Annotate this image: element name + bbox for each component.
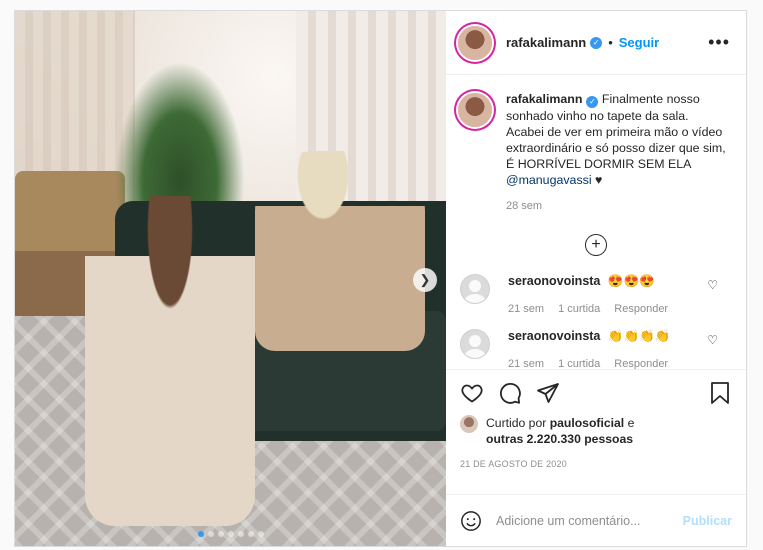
add-comment-bar: Publicar [446,494,746,546]
likes-joiner: e [627,416,635,430]
likes-prefix: Curtido por [486,416,547,430]
carousel-dot [207,531,214,537]
photo-bg-plant [115,61,245,211]
comment-time[interactable]: 21 sem [508,303,544,315]
photo-figure-right [255,151,425,351]
carousel-dot [217,531,224,537]
carousel-dots [15,531,446,537]
action-icons [460,380,732,406]
likes-others-link[interactable]: outras 2.220.330 pessoas [486,432,633,446]
post-header: rafakalimann ✓ • Seguir ••• [446,11,746,75]
carousel-dot [247,531,254,537]
separator-dot: • [608,35,613,50]
load-more-comments: + [458,234,734,256]
post-photo[interactable]: ❯ [15,11,446,546]
heart-emoji-icon: ♥ [595,173,603,187]
comment-likes[interactable]: 1 curtida [558,358,600,369]
carousel-next-button[interactable]: ❯ [413,268,437,292]
comment-text: 👏👏👏👏 [607,329,671,343]
comment-username[interactable]: seraonovoinsta [508,329,600,343]
post-actions: Curtido por paulosoficial e outras 2.220… [446,369,746,494]
author-username[interactable]: rafakalimann [506,35,586,50]
likes-summary: Curtido por paulosoficial e outras 2.220… [460,415,732,447]
comment-text: 😍😍😍 [607,274,655,288]
plus-circle-icon[interactable]: + [585,234,607,256]
carousel-dot [197,531,204,537]
post-date[interactable]: 21 DE AGOSTO DE 2020 [460,459,732,469]
comment-meta: 21 sem 1 curtida Responder [508,358,670,369]
liker-username[interactable]: paulosoficial [550,416,625,430]
comment-username[interactable]: seraonovoinsta [508,274,600,288]
comment-icon[interactable] [498,381,522,405]
comment-likes[interactable]: 1 curtida [558,303,600,315]
commenter-avatar[interactable] [460,274,490,304]
more-options-icon[interactable]: ••• [708,32,730,53]
comment-like-heart-icon[interactable]: ♡ [707,333,718,347]
photo-figure-left [85,196,255,526]
caption-body: rafakalimann ✓ Finalmente nosso sonhado v… [506,91,726,214]
caption-mention-link[interactable]: @manugavassi [506,173,592,187]
carousel-dot [257,531,264,537]
comment-body: seraonovoinsta 👏👏👏👏 21 sem 1 curtida Res… [508,329,670,369]
publish-button[interactable]: Publicar [683,514,732,528]
author-avatar[interactable] [458,25,492,60]
heart-icon[interactable] [460,381,484,405]
carousel-dot [237,531,244,537]
caption-author-avatar[interactable] [458,93,492,127]
post-side-panel: rafakalimann ✓ • Seguir ••• rafakalimann… [446,11,746,546]
bookmark-icon[interactable] [708,381,732,405]
comments-area[interactable]: rafakalimann ✓ Finalmente nosso sonhado v… [446,75,746,369]
chevron-right-icon: ❯ [419,272,431,287]
carousel-dot [227,531,234,537]
caption: rafakalimann ✓ Finalmente nosso sonhado v… [458,91,734,214]
likes-text: Curtido por paulosoficial e outras 2.220… [486,415,634,447]
comment-time[interactable]: 21 sem [508,358,544,369]
commenter-avatar[interactable] [460,329,490,359]
comment-input[interactable] [496,513,683,528]
caption-username[interactable]: rafakalimann [506,92,582,106]
comment-like-heart-icon[interactable]: ♡ [707,278,718,292]
post-card: ❯ rafakalimann ✓ • Seguir ••• rafakalima [14,10,747,547]
comment-item: seraonovoinsta 👏👏👏👏 21 sem 1 curtida Res… [458,329,734,369]
reply-button[interactable]: Responder [614,358,668,369]
emoji-icon[interactable] [460,510,482,532]
caption-timestamp[interactable]: 28 sem [506,198,726,214]
comment-meta: 21 sem 1 curtida Responder [508,303,668,315]
comment-body: seraonovoinsta 😍😍😍 21 sem 1 curtida Resp… [508,274,668,315]
follow-button[interactable]: Seguir [619,35,659,50]
share-icon[interactable] [536,381,560,405]
verified-badge-icon: ✓ [586,96,599,108]
reply-button[interactable]: Responder [614,303,668,315]
verified-badge-icon: ✓ [590,36,603,49]
liker-avatar[interactable] [460,415,478,433]
comment-item: seraonovoinsta 😍😍😍 21 sem 1 curtida Resp… [458,274,734,315]
